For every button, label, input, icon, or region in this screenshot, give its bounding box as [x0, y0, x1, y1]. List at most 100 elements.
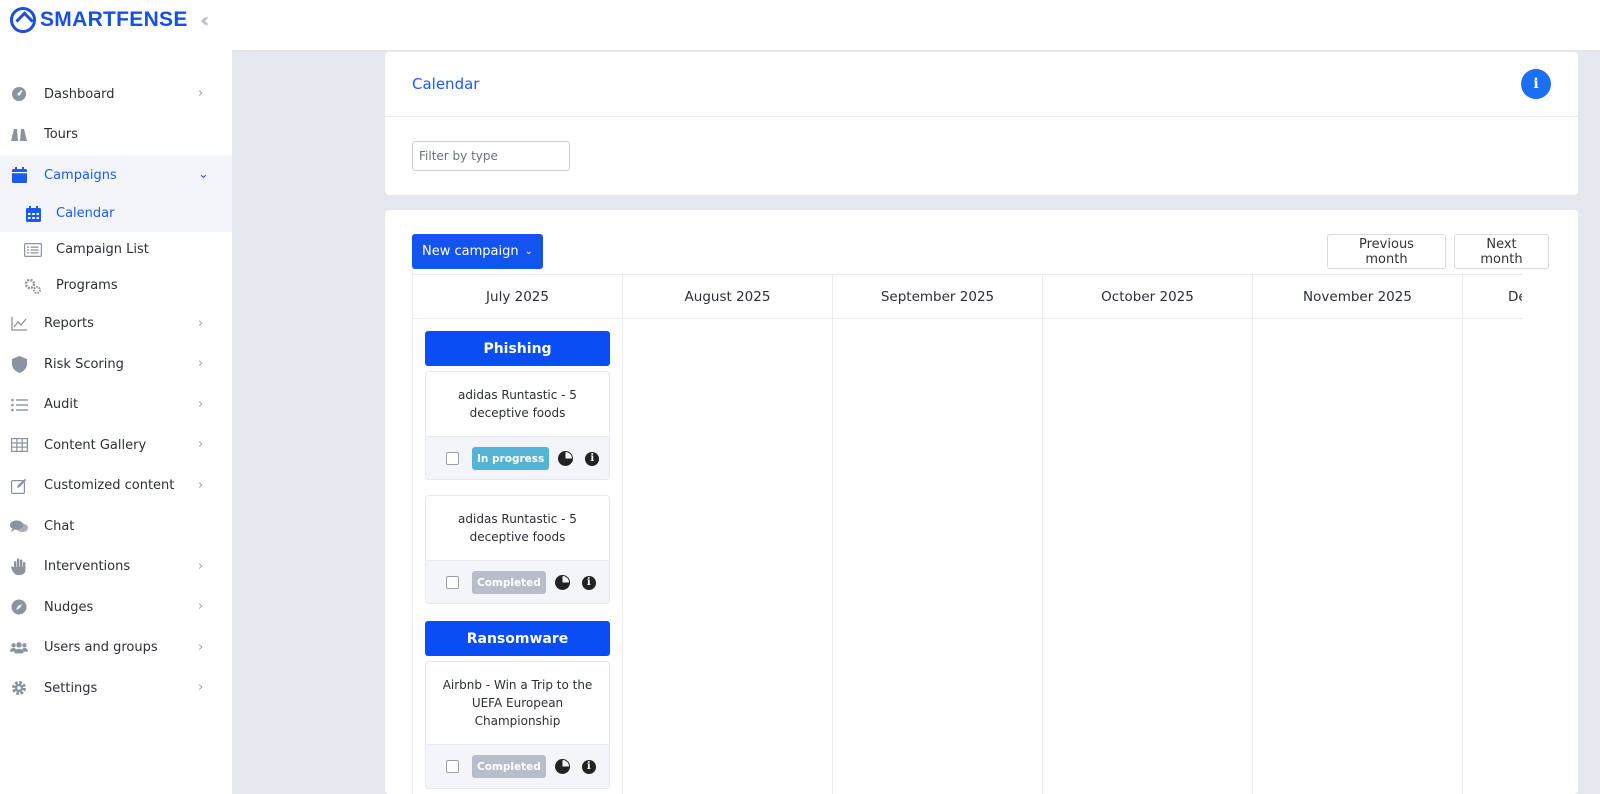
calendar-icon: [10, 166, 28, 184]
chevron-right-icon: ›: [198, 356, 204, 371]
page-title: Calendar: [412, 75, 480, 93]
sidebar-item-label: Dashboard: [44, 86, 115, 102]
month-column-august: August 2025: [623, 275, 833, 794]
campaign-checkbox[interactable]: [446, 760, 459, 773]
sidebar-item-label: Campaigns: [44, 167, 117, 183]
campaign-card[interactable]: adidas Runtastic - 5 deceptive foods Com…: [425, 495, 610, 604]
edit-icon: [10, 477, 28, 495]
campaign-checkbox[interactable]: [446, 576, 459, 589]
sidebar-item-label: Interventions: [44, 559, 131, 575]
gears-icon: [24, 277, 42, 295]
category-ransomware[interactable]: Ransomware: [425, 621, 610, 656]
chevron-right-icon: ›: [198, 599, 204, 614]
sidebar-item-label: Content Gallery: [44, 437, 147, 453]
sidebar-item-label: Programs: [56, 278, 118, 293]
sidebar-item-label: Chat: [44, 518, 75, 534]
users-icon: [10, 639, 28, 657]
sidebar-item-customized-content[interactable]: Customized content ›: [0, 466, 232, 507]
card-header: Calendar: [385, 52, 1578, 117]
sidebar-item-interventions[interactable]: Interventions ›: [0, 547, 232, 588]
info-icon[interactable]: i: [585, 451, 600, 466]
sidebar-item-programs[interactable]: Programs: [0, 268, 232, 304]
chevron-right-icon: ›: [198, 639, 204, 655]
sidebar-item-label: Reports: [44, 316, 94, 332]
campaign-card[interactable]: adidas Runtastic - 5 deceptive foods In …: [425, 371, 610, 480]
chevron-right-icon: ›: [198, 437, 204, 452]
gauge-icon: [10, 85, 28, 103]
table-icon: [10, 436, 28, 454]
chevron-right-icon: ›: [198, 477, 204, 493]
line-chart-icon: [10, 315, 28, 333]
sidebar-item-chat[interactable]: Chat: [0, 506, 232, 547]
sidebar-item-settings[interactable]: Settings ›: [0, 668, 232, 709]
calendar-header-card: Calendar i: [385, 52, 1578, 195]
campaign-title[interactable]: adidas Runtastic - 5 deceptive foods: [426, 496, 609, 560]
calendar-grid-icon: [24, 205, 42, 223]
sidebar-item-tours[interactable]: Tours: [0, 115, 232, 156]
sidebar-item-label: Risk Scoring: [44, 356, 124, 372]
gear-icon: [10, 679, 28, 697]
hand-icon: [10, 558, 28, 576]
chevron-right-icon: ›: [198, 558, 204, 574]
sidebar-item-label: Customized content: [44, 478, 175, 494]
next-month-button[interactable]: Next month: [1454, 234, 1549, 269]
sidebar-item-dashboard[interactable]: Dashboard ›: [0, 74, 232, 115]
sidebar-item-label: Settings: [44, 680, 98, 696]
campaign-footer: In progress i: [426, 436, 609, 479]
pie-chart-icon[interactable]: [558, 451, 574, 466]
sidebar-item-users-and-groups[interactable]: Users and groups ›: [0, 628, 232, 669]
chevron-right-icon: ›: [198, 396, 204, 412]
info-button[interactable]: i: [1521, 69, 1551, 99]
filter-by-type-input[interactable]: [412, 141, 570, 171]
sidebar: SMARTFENSE ‹‹ Dashboard › Tours Campaign…: [0, 0, 232, 794]
campaign-card[interactable]: Airbnb - Win a Trip to the UEFA European…: [425, 661, 610, 789]
month-header: August 2025: [623, 275, 832, 319]
month-column-november: November 2025: [1253, 275, 1463, 794]
month-header: De: [1463, 275, 1522, 319]
sidebar-item-calendar[interactable]: Calendar: [0, 195, 232, 232]
sidebar-nav: Dashboard › Tours Campaigns ⌄ Calendar C…: [0, 74, 232, 709]
month-header: October 2025: [1043, 275, 1252, 319]
category-phishing[interactable]: Phishing: [425, 331, 610, 366]
shield-icon: [10, 355, 28, 373]
sidebar-item-risk-scoring[interactable]: Risk Scoring ›: [0, 344, 232, 385]
info-icon[interactable]: i: [581, 575, 596, 590]
brand-name: SMARTFENSE: [40, 8, 188, 31]
campaign-title[interactable]: adidas Runtastic - 5 deceptive foods: [426, 372, 609, 436]
chat-icon: [10, 517, 28, 535]
status-badge: Completed: [472, 571, 546, 594]
month-grid: July 2025 Phishing adidas Runtastic - 5 …: [412, 274, 1522, 794]
pie-chart-icon[interactable]: [554, 759, 570, 774]
sidebar-item-nudges[interactable]: Nudges ›: [0, 587, 232, 628]
compass-icon: [10, 598, 28, 616]
month-header: September 2025: [833, 275, 1042, 319]
sidebar-item-label: Audit: [44, 397, 79, 413]
sidebar-item-content-gallery[interactable]: Content Gallery ›: [0, 425, 232, 466]
collapse-sidebar-icon[interactable]: ‹‹: [200, 8, 210, 32]
info-icon[interactable]: i: [581, 759, 596, 774]
chevron-right-icon: ›: [198, 680, 204, 695]
status-badge: In progress: [472, 447, 550, 470]
chevron-down-icon: ⌄: [198, 167, 209, 182]
campaign-footer: Completed i: [426, 744, 609, 788]
month-header: July 2025: [413, 275, 622, 319]
campaign-checkbox[interactable]: [446, 452, 459, 465]
logo-row: SMARTFENSE ‹‹: [0, 0, 232, 40]
sidebar-item-label: Users and groups: [44, 640, 158, 656]
new-campaign-button[interactable]: New campaign ⌄: [412, 234, 543, 269]
sidebar-item-audit[interactable]: Audit ›: [0, 385, 232, 426]
list-bullets-icon: [10, 396, 28, 414]
pie-chart-icon[interactable]: [554, 575, 570, 590]
sidebar-item-label: Campaign List: [56, 242, 149, 257]
sidebar-item-campaigns[interactable]: Campaigns ⌄: [0, 155, 232, 196]
month-column-december: De: [1463, 275, 1522, 794]
month-column-september: September 2025: [833, 275, 1043, 794]
sidebar-item-reports[interactable]: Reports ›: [0, 304, 232, 345]
brand-logo-icon: [10, 7, 36, 33]
previous-month-button[interactable]: Previous month: [1327, 234, 1446, 269]
list-icon: [24, 241, 42, 259]
chevron-down-icon: ⌄: [524, 246, 533, 257]
sidebar-item-campaign-list[interactable]: Campaign List: [0, 232, 232, 268]
campaign-title[interactable]: Airbnb - Win a Trip to the UEFA European…: [426, 662, 609, 744]
new-campaign-label: New campaign: [422, 244, 519, 259]
